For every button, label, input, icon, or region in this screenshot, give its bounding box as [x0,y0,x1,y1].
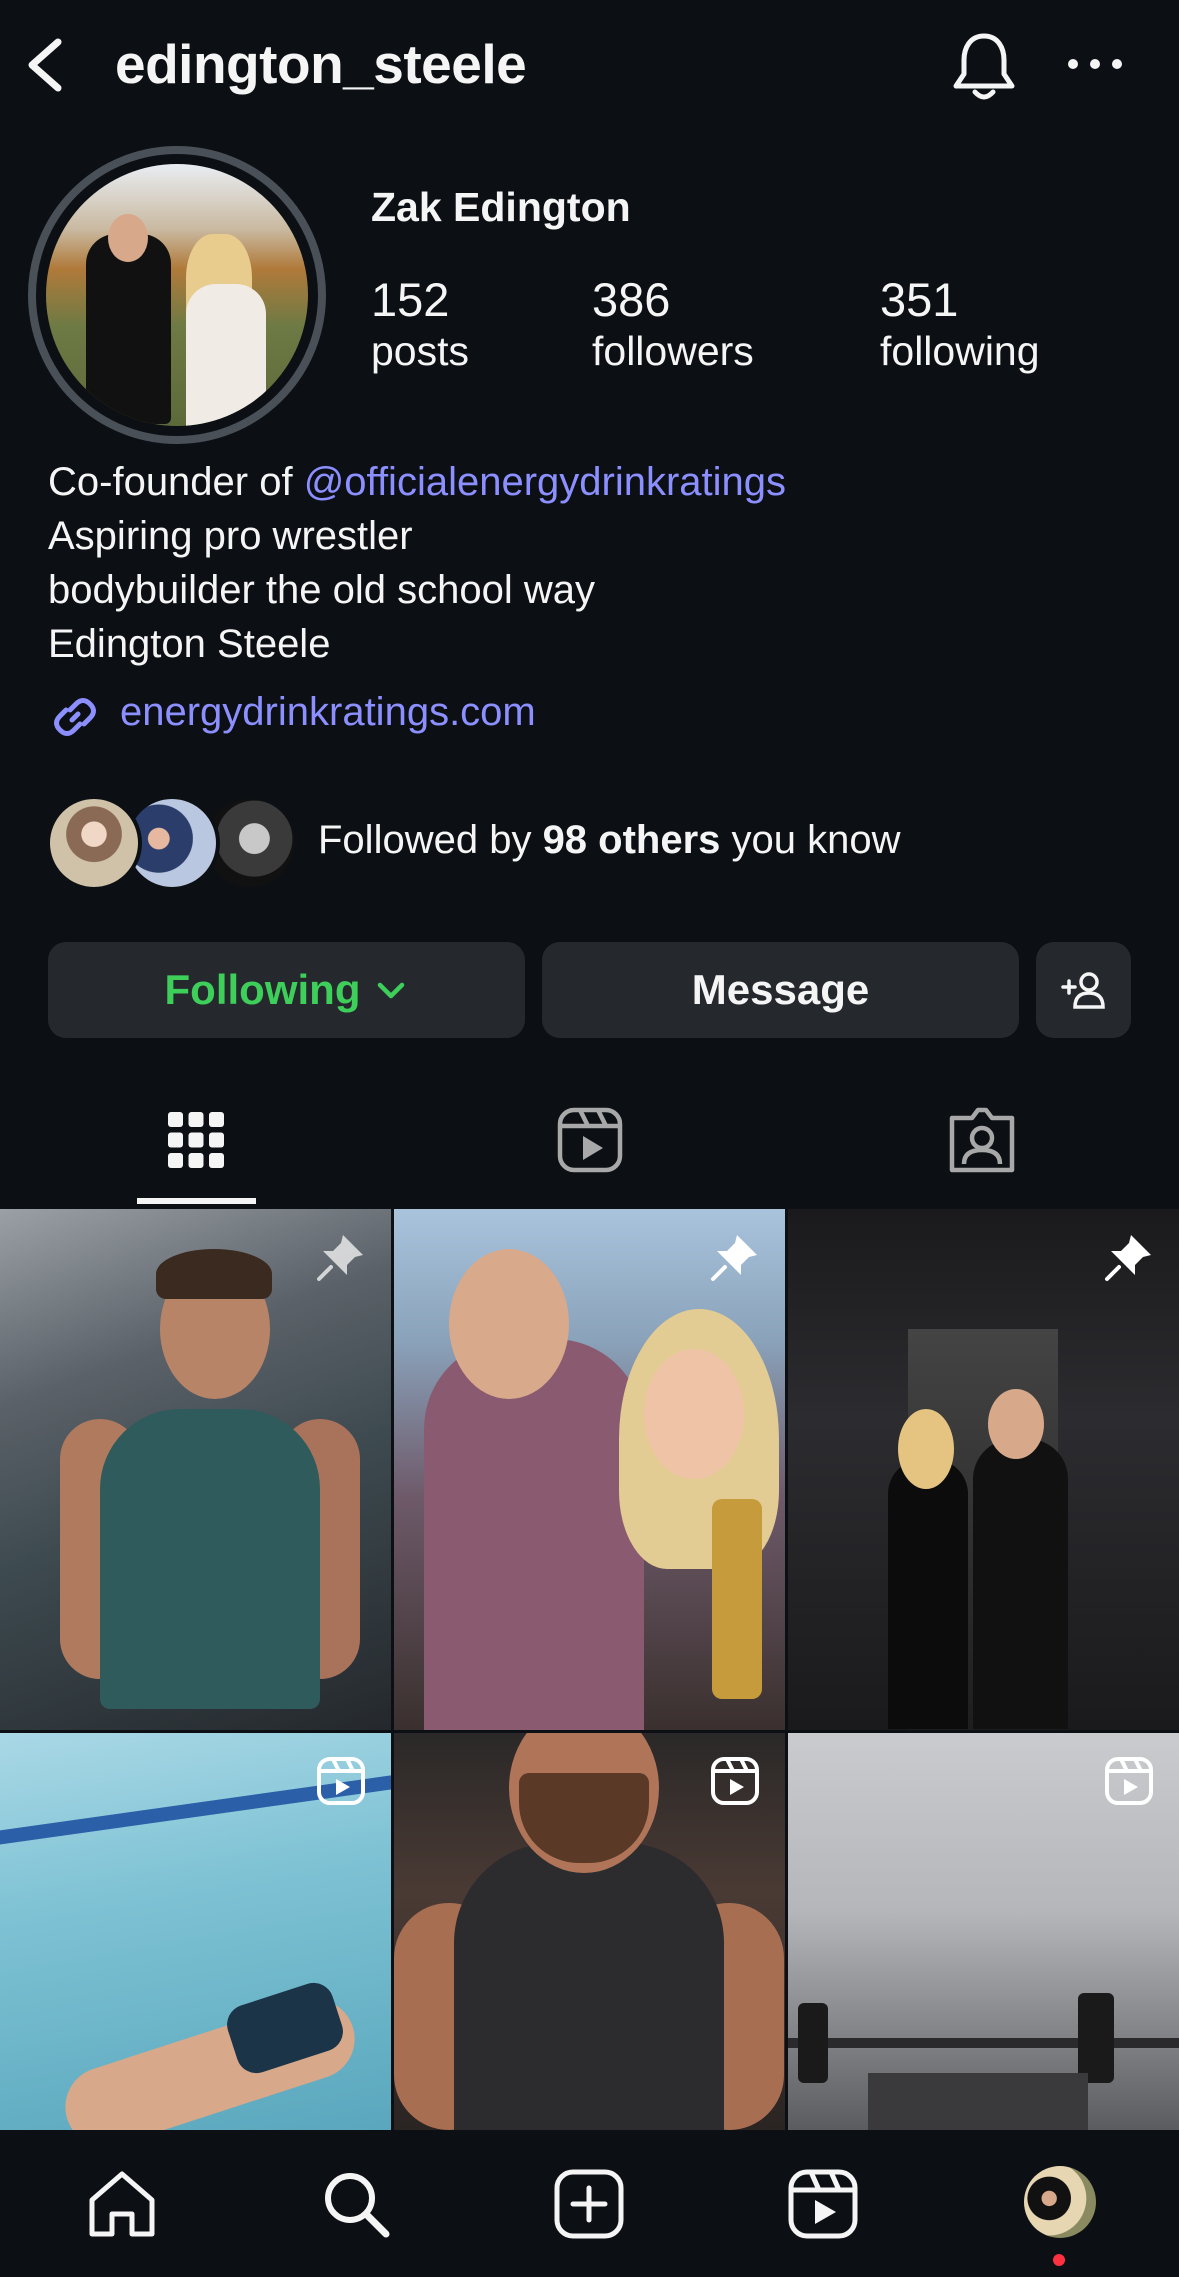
following-label: Following [164,966,361,1013]
link-icon [54,698,96,736]
create-post-icon[interactable] [551,2166,627,2242]
pin-icon [1105,1235,1151,1281]
bell-icon[interactable] [948,28,1020,104]
followed-by-count: 98 others [542,818,721,862]
bio-text: Co-founder of [48,460,304,504]
more-options-icon[interactable] [1063,44,1127,84]
message-label: Message [691,966,870,1013]
suggested-users-button[interactable] [1036,942,1131,1038]
profile-avatar[interactable] [28,146,326,444]
display-name: Zak Edington [371,184,631,230]
reels-icon [317,1757,365,1805]
followed-by-text[interactable]: Followed by 98 others you know [318,818,901,863]
grid-post[interactable] [788,1733,1179,2130]
followers-label[interactable]: followers [592,328,754,375]
bio-line: Edington Steele [48,622,331,666]
tab-posts-grid-icon[interactable] [160,1104,232,1176]
profile-tab-avatar[interactable] [1024,2166,1096,2238]
search-icon[interactable] [318,2166,394,2242]
tab-tagged-icon[interactable] [946,1104,1018,1176]
following-count[interactable]: 351 [880,272,958,327]
back-arrow-icon[interactable] [18,30,74,100]
reels-nav-icon[interactable] [785,2166,861,2242]
active-tab-indicator [137,1198,256,1204]
profile-photo [46,164,308,426]
pin-icon [711,1235,757,1281]
bio-line: Co-founder of @officialenergydrinkrating… [48,460,786,505]
reels-icon [711,1757,759,1805]
pin-icon [317,1235,363,1281]
grid-post[interactable] [0,1209,391,1730]
bio-mention-link[interactable]: @officialenergydrinkratings [304,460,786,504]
following-button[interactable]: Following [48,942,525,1038]
profile-username: edington_steele [115,33,527,95]
tab-reels-icon[interactable] [554,1104,626,1176]
website-link[interactable]: energydrinkratings.com [120,690,536,735]
grid-post[interactable] [394,1209,785,1730]
bio-line: bodybuilder the old school way [48,568,596,612]
grid-post[interactable] [0,1733,391,2130]
posts-count: 152 [371,273,450,326]
followers-count[interactable]: 386 [592,272,670,327]
reels-icon [1105,1757,1153,1805]
notification-dot [1053,2254,1065,2266]
chevron-down-icon [378,982,405,999]
followed-by-prefix: Followed by [318,818,543,862]
mutual-follower-avatar[interactable] [46,795,142,891]
message-button[interactable]: Message [542,942,1019,1038]
grid-post[interactable] [394,1733,785,2130]
followed-by-suffix: you know [720,818,901,862]
home-icon[interactable] [84,2166,160,2242]
grid-post[interactable] [788,1209,1179,1730]
following-label[interactable]: following [880,328,1040,375]
posts-label: posts [371,328,469,374]
add-user-icon [1060,972,1105,1009]
bio-line: Aspiring pro wrestler [48,514,413,558]
